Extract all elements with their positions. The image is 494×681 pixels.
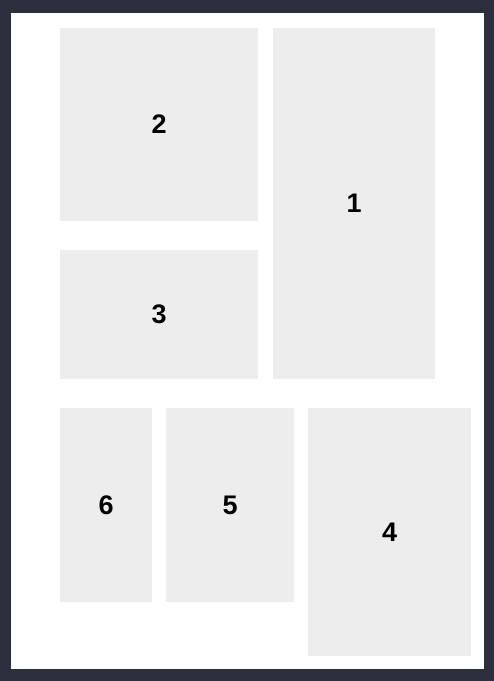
panel-3-label: 3 (151, 299, 167, 329)
panel-5-label: 5 (222, 489, 238, 520)
panel-1[interactable]: 1 (273, 28, 435, 379)
panel-1-label: 1 (346, 188, 362, 218)
panel-2-label: 2 (151, 109, 167, 139)
panel-4[interactable]: 4 (308, 408, 471, 656)
panel-4-label: 4 (381, 516, 398, 547)
panel-5[interactable]: 5 (166, 408, 294, 602)
panel-6-label: 6 (98, 489, 114, 520)
panel-6[interactable]: 6 (60, 408, 152, 602)
panel-3[interactable]: 3 (60, 250, 258, 379)
panel-2[interactable]: 2 (60, 28, 258, 221)
layout-page: 2 1 3 6 5 4 (11, 13, 484, 669)
